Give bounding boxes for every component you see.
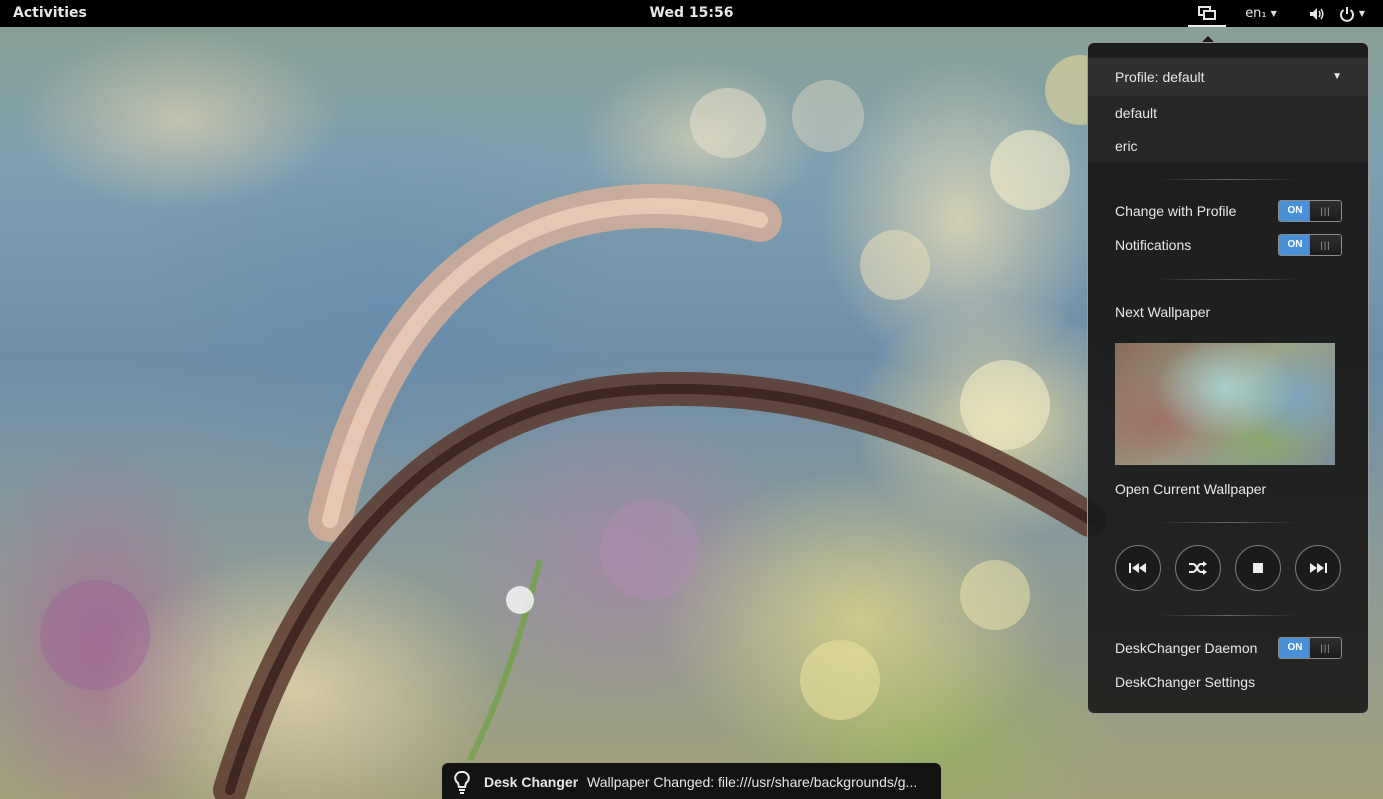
- toggle-knob: |||: [1309, 638, 1341, 658]
- next-track-icon: [1310, 563, 1327, 573]
- separator: [1158, 522, 1298, 523]
- daemon-toggle[interactable]: ON |||: [1278, 637, 1342, 659]
- shuffle-button[interactable]: [1175, 545, 1221, 591]
- grass-stem-light-core: [322, 198, 768, 528]
- next-wallpaper-button[interactable]: [1295, 545, 1341, 591]
- next-wallpaper-label: Next Wallpaper: [1115, 304, 1211, 320]
- daemon-label[interactable]: DeskChanger Daemon: [1115, 640, 1257, 656]
- desktop-wallpaper: Activities Wed 15:56 en₁ ▼ ▼ Profile: de…: [0, 0, 1383, 799]
- keyboard-layout-indicator[interactable]: en₁ ▼: [1240, 0, 1282, 27]
- separator: [1158, 615, 1298, 616]
- toggle-knob: |||: [1309, 201, 1341, 221]
- change-with-profile-toggle[interactable]: ON |||: [1278, 200, 1342, 222]
- volume-icon: [1309, 7, 1324, 20]
- previous-wallpaper-button[interactable]: [1115, 545, 1161, 591]
- notification-app-name: Desk Changer: [484, 774, 579, 790]
- deskchanger-indicator[interactable]: [1188, 0, 1226, 27]
- profile-selector[interactable]: Profile: default ▼: [1088, 58, 1368, 96]
- profile-item-eric[interactable]: eric: [1115, 138, 1138, 154]
- stop-icon: [1253, 563, 1263, 573]
- separator: [1158, 179, 1298, 180]
- flower-bloom: [506, 586, 534, 614]
- toggle-on-label: ON: [1279, 235, 1311, 255]
- system-menu[interactable]: ▼: [1302, 0, 1372, 27]
- chevron-down-icon: ▼: [1332, 71, 1342, 82]
- previous-track-icon: [1129, 563, 1146, 573]
- open-current-wallpaper-button[interactable]: Open Current Wallpaper: [1115, 481, 1266, 497]
- display-icon: [1198, 5, 1216, 20]
- next-wallpaper-thumbnail[interactable]: [1115, 343, 1335, 465]
- profile-selector-label: Profile: default: [1115, 69, 1205, 85]
- clock: Wed 15:56: [0, 5, 1383, 21]
- chevron-down-icon: ▼: [1270, 9, 1277, 18]
- power-icon: [1339, 6, 1354, 22]
- notification-banner[interactable]: Desk Changer Wallpaper Changed: file:///…: [442, 763, 941, 799]
- profile-item-default[interactable]: default: [1115, 105, 1157, 121]
- toggle-knob: |||: [1309, 235, 1341, 255]
- toggle-on-label: ON: [1279, 638, 1311, 658]
- chevron-down-icon: ▼: [1358, 9, 1366, 18]
- deskchanger-menu: Profile: default ▼ default eric Change w…: [1087, 42, 1369, 714]
- deskchanger-settings-button[interactable]: DeskChanger Settings: [1115, 674, 1255, 690]
- notification-message: Wallpaper Changed: file:///usr/share/bac…: [587, 774, 918, 790]
- notifications-label[interactable]: Notifications: [1115, 237, 1191, 253]
- clock-label[interactable]: Wed 15:56: [650, 5, 734, 21]
- shuffle-icon: [1189, 561, 1207, 575]
- keyboard-layout-label: en₁: [1245, 6, 1267, 21]
- top-bar: Activities Wed 15:56 en₁ ▼ ▼: [0, 0, 1383, 27]
- toggle-on-label: ON: [1279, 201, 1311, 221]
- stop-button[interactable]: [1235, 545, 1281, 591]
- separator: [1158, 279, 1298, 280]
- notifications-toggle[interactable]: ON |||: [1278, 234, 1342, 256]
- profile-list: default eric: [1088, 96, 1368, 162]
- lightbulb-icon: [454, 770, 470, 794]
- change-with-profile-label[interactable]: Change with Profile: [1115, 203, 1236, 219]
